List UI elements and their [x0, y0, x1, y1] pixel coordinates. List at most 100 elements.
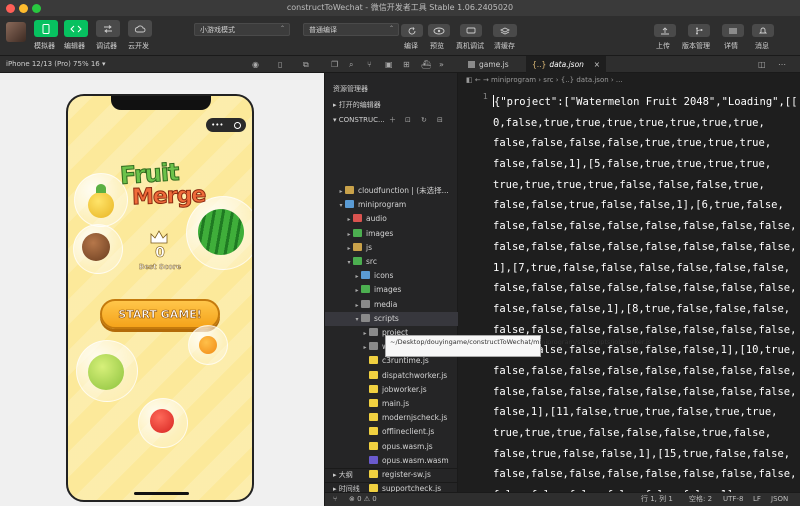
- nav-back-icon[interactable]: ←: [475, 76, 483, 84]
- chevron-right-icon: ▸: [363, 330, 367, 337]
- docker-icon[interactable]: ⛴: [421, 60, 431, 69]
- collapse-all-icon[interactable]: ⊟: [437, 114, 443, 126]
- tree-item[interactable]: main.js: [325, 397, 458, 411]
- tree-item[interactable]: ▸ media: [325, 298, 458, 312]
- chevron-right-icon: ▸: [355, 273, 359, 281]
- remote-debug-button[interactable]: [460, 24, 482, 37]
- chevron-right-icon: ▸: [347, 230, 351, 238]
- home-indicator: [134, 492, 189, 495]
- js-icon: [369, 370, 378, 379]
- tree-item-label: main.js: [382, 399, 410, 408]
- version-control-label: 版本管理: [682, 42, 710, 50]
- new-folder-icon[interactable]: ⊡: [405, 114, 411, 126]
- tree-item[interactable]: ▸ audio: [325, 212, 458, 226]
- branch-status-icon[interactable]: ⑂: [333, 493, 337, 506]
- tree-item-label: c3runtime.js: [382, 356, 429, 366]
- explorer-header: 资源管理器: [333, 85, 368, 93]
- code-line: false,false,false,false,false,false,fals…: [493, 216, 796, 237]
- tab-data-json[interactable]: {..} data.json ×: [526, 56, 606, 73]
- refresh-icon[interactable]: ↻: [421, 114, 427, 126]
- search-icon[interactable]: ⌕: [349, 60, 358, 69]
- problems-indicator[interactable]: ⊗ 0 ⚠ 0: [349, 493, 377, 506]
- tree-item[interactable]: ▸ images: [325, 227, 458, 241]
- breadcrumb-path[interactable]: miniprogram › src › {..} data.json › ...: [491, 76, 623, 84]
- code-line: false,false,false,false,false,false,fals…: [493, 278, 797, 299]
- tree-item[interactable]: ▸ cloudfunction | (未选择...: [325, 184, 458, 198]
- code-line: true,true,true,true,false,false,false,tr…: [493, 175, 793, 196]
- tree-item[interactable]: offlineclient.js: [325, 425, 458, 439]
- line-ending[interactable]: LF: [753, 493, 761, 506]
- outline-section[interactable]: ▸ 大纲: [325, 468, 458, 480]
- project-root-section[interactable]: ▾ CONSTRUC... ＋ ⊡ ↻ ⊟: [325, 114, 458, 126]
- simulator-toolbar: iPhone 12/13 (Pro) 75% 16 ▾ ◉ ▯ ⧉: [0, 56, 325, 73]
- language-mode[interactable]: JSON: [771, 493, 788, 506]
- preview-button[interactable]: [428, 24, 450, 37]
- files-icon[interactable]: ❐: [331, 60, 340, 69]
- phone-icon: [42, 23, 50, 34]
- tree-item[interactable]: opus.wasm.js: [325, 440, 458, 454]
- tree-item[interactable]: ▸ js: [325, 241, 458, 255]
- open-editors-section[interactable]: ▸ 打开的编辑器: [325, 99, 458, 111]
- game-logo-merge: Merge: [131, 182, 206, 211]
- tree-item[interactable]: ▾ miniprogram: [325, 198, 458, 212]
- folder-icon: [353, 214, 362, 223]
- start-game-button[interactable]: START GAME!: [100, 299, 220, 329]
- compile-mode-select[interactable]: 普通编译 ⌃: [303, 23, 399, 36]
- popout-icon[interactable]: ⧉: [303, 60, 312, 69]
- indentation[interactable]: 空格: 2: [689, 493, 712, 506]
- tree-item[interactable]: ▸ icons: [325, 269, 458, 283]
- tree-item[interactable]: dispatchworker.js: [325, 369, 458, 383]
- mode-select[interactable]: 小游戏模式 ⌃: [194, 23, 290, 36]
- tree-item[interactable]: ▾ scripts: [325, 311, 458, 326]
- upload-button[interactable]: [654, 24, 676, 37]
- folder-icon: [361, 299, 370, 308]
- debugger-toggle-button[interactable]: [96, 20, 120, 37]
- new-file-icon[interactable]: ＋: [389, 114, 396, 126]
- details-button[interactable]: [722, 24, 744, 37]
- more-actions-icon[interactable]: ⋯: [778, 60, 787, 69]
- split-editor-icon[interactable]: ◫: [758, 60, 767, 69]
- compile-button[interactable]: [401, 24, 423, 37]
- file-path-tooltip: ~/Desktop/douyingame/constructToWechat/m…: [385, 335, 651, 357]
- more-icon[interactable]: »: [439, 60, 448, 69]
- tree-item-label: jobworker.js: [382, 384, 427, 394]
- tree-item[interactable]: ▾ src: [325, 255, 458, 269]
- code-text: false,false,false,1],[8,true,false,false…: [493, 302, 791, 315]
- cloud-dev-button[interactable]: [128, 20, 152, 37]
- tree-item[interactable]: ▸ images: [325, 283, 458, 297]
- tree-item-label: media: [374, 299, 398, 309]
- avatar[interactable]: [6, 22, 26, 42]
- more-dots-icon[interactable]: •••: [211, 121, 223, 129]
- code-line: false,false,false,false,false,false,fals…: [493, 361, 796, 382]
- code-text: false,false,false,false,false,false,fals…: [493, 282, 797, 295]
- chevron-down-icon: ⌃: [279, 25, 285, 32]
- close-tab-icon[interactable]: ×: [594, 56, 600, 73]
- source-control-icon[interactable]: ⑂: [367, 60, 376, 69]
- exit-circle-icon[interactable]: [233, 121, 241, 129]
- tree-item[interactable]: modernjscheck.js: [325, 411, 458, 425]
- simulator-toggle-button[interactable]: [34, 20, 58, 37]
- cursor-position[interactable]: 行 1, 列 1: [641, 493, 673, 506]
- messages-button[interactable]: [752, 24, 774, 37]
- extensions-icon[interactable]: ⊞: [403, 60, 412, 69]
- folder-icon: [353, 228, 362, 237]
- phone-rotate-icon[interactable]: ▯: [278, 60, 287, 69]
- code-content[interactable]: {"project":["Watermelon Fruit 2048","Loa…: [493, 92, 797, 506]
- code-line: false,false,false,false,false,false,fals…: [493, 382, 796, 403]
- clear-cache-button[interactable]: [493, 24, 517, 37]
- tree-item[interactable]: jobworker.js: [325, 383, 458, 397]
- encoding[interactable]: UTF-8: [723, 493, 743, 506]
- version-control-button[interactable]: [688, 24, 710, 37]
- editor-toggle-button[interactable]: [64, 20, 88, 37]
- record-icon[interactable]: ◉: [252, 60, 261, 69]
- toggle-sidebar-icon[interactable]: ◧: [466, 76, 475, 84]
- code-text: false,false,false,false,false,false,fals…: [493, 468, 797, 481]
- device-select[interactable]: iPhone 12/13 (Pro) 75% 16 ▾: [6, 60, 105, 68]
- tab-game-js[interactable]: game.js: [462, 56, 524, 73]
- debug-icon[interactable]: ▣: [385, 60, 394, 69]
- tree-item[interactable]: opus.wasm.wasm: [325, 454, 458, 468]
- folder-icon: [369, 342, 378, 351]
- nav-forward-icon[interactable]: →: [483, 76, 491, 84]
- messages-label: 消息: [755, 42, 769, 50]
- mini-program-capsule[interactable]: •••: [206, 118, 246, 132]
